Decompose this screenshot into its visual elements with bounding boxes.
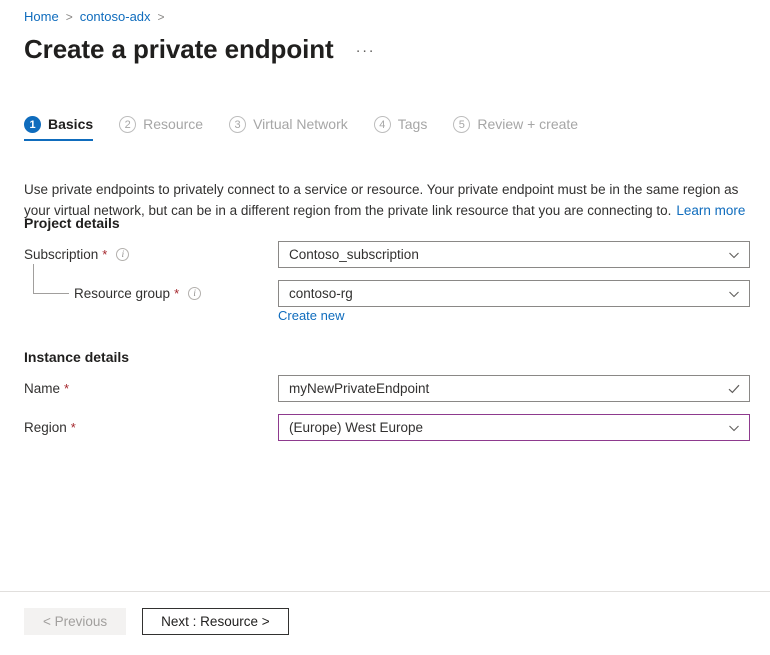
tab-step-number: 5 — [453, 116, 470, 133]
required-indicator: * — [64, 381, 69, 396]
create-new-resource-group-link[interactable]: Create new — [278, 308, 344, 323]
resource-group-dropdown[interactable]: contoso-rg — [278, 280, 750, 307]
label-region: Region * — [24, 420, 76, 435]
label-name: Name * — [24, 381, 69, 396]
footer-divider — [0, 591, 770, 592]
name-input[interactable]: myNewPrivateEndpoint — [278, 375, 750, 402]
learn-more-link[interactable]: Learn more — [676, 203, 745, 218]
chevron-down-icon — [719, 422, 749, 434]
label-resource-group: Resource group * i — [74, 286, 201, 301]
page-header: Create a private endpoint ··· — [24, 33, 375, 65]
tab-label: Virtual Network — [253, 116, 348, 133]
tree-connector-line — [33, 264, 69, 294]
tab-label: Resource — [143, 116, 203, 133]
breadcrumb-item-home[interactable]: Home — [24, 8, 59, 26]
chevron-down-icon — [719, 249, 749, 261]
section-heading-instance-details: Instance details — [24, 349, 129, 365]
form-description: Use private endpoints to privately conne… — [24, 179, 756, 221]
tab-basics[interactable]: 1 Basics — [24, 116, 93, 141]
previous-button[interactable]: < Previous — [24, 608, 126, 635]
breadcrumb-separator-icon: > — [66, 8, 73, 26]
region-dropdown[interactable]: (Europe) West Europe — [278, 414, 750, 441]
breadcrumb-separator-icon: > — [158, 8, 165, 26]
label-text: Name — [24, 381, 60, 396]
required-indicator: * — [174, 286, 179, 301]
tab-virtual-network[interactable]: 3 Virtual Network — [229, 116, 348, 141]
more-options-icon[interactable]: ··· — [356, 44, 376, 58]
tab-label: Basics — [48, 116, 93, 133]
info-icon[interactable]: i — [116, 248, 129, 261]
breadcrumb: Home > contoso-adx > — [24, 8, 172, 26]
required-indicator: * — [102, 247, 107, 262]
label-text: Region — [24, 420, 67, 435]
description-text: Use private endpoints to privately conne… — [24, 182, 738, 218]
check-icon — [719, 382, 749, 396]
info-icon[interactable]: i — [188, 287, 201, 300]
resource-group-value: contoso-rg — [289, 286, 719, 301]
section-heading-project-details: Project details — [24, 215, 120, 231]
wizard-tabs: 1 Basics 2 Resource 3 Virtual Network 4 … — [24, 116, 604, 141]
tab-resource[interactable]: 2 Resource — [119, 116, 203, 141]
label-text: Subscription — [24, 247, 98, 262]
label-subscription: Subscription * i — [24, 247, 129, 262]
page-title: Create a private endpoint — [24, 33, 334, 65]
subscription-dropdown[interactable]: Contoso_subscription — [278, 241, 750, 268]
tab-review-create[interactable]: 5 Review + create — [453, 116, 578, 141]
breadcrumb-item-contoso-adx[interactable]: contoso-adx — [80, 8, 151, 26]
wizard-footer: < Previous Next : Resource > — [24, 608, 289, 635]
tab-label: Review + create — [477, 116, 578, 133]
label-text: Resource group — [74, 286, 170, 301]
name-value: myNewPrivateEndpoint — [289, 381, 719, 396]
required-indicator: * — [71, 420, 76, 435]
subscription-value: Contoso_subscription — [289, 247, 719, 262]
tab-label: Tags — [398, 116, 428, 133]
tab-step-number: 3 — [229, 116, 246, 133]
tab-step-number: 1 — [24, 116, 41, 133]
next-resource-button[interactable]: Next : Resource > — [142, 608, 288, 635]
tab-step-number: 2 — [119, 116, 136, 133]
region-value: (Europe) West Europe — [289, 420, 719, 435]
tab-step-number: 4 — [374, 116, 391, 133]
tab-tags[interactable]: 4 Tags — [374, 116, 428, 141]
chevron-down-icon — [719, 288, 749, 300]
